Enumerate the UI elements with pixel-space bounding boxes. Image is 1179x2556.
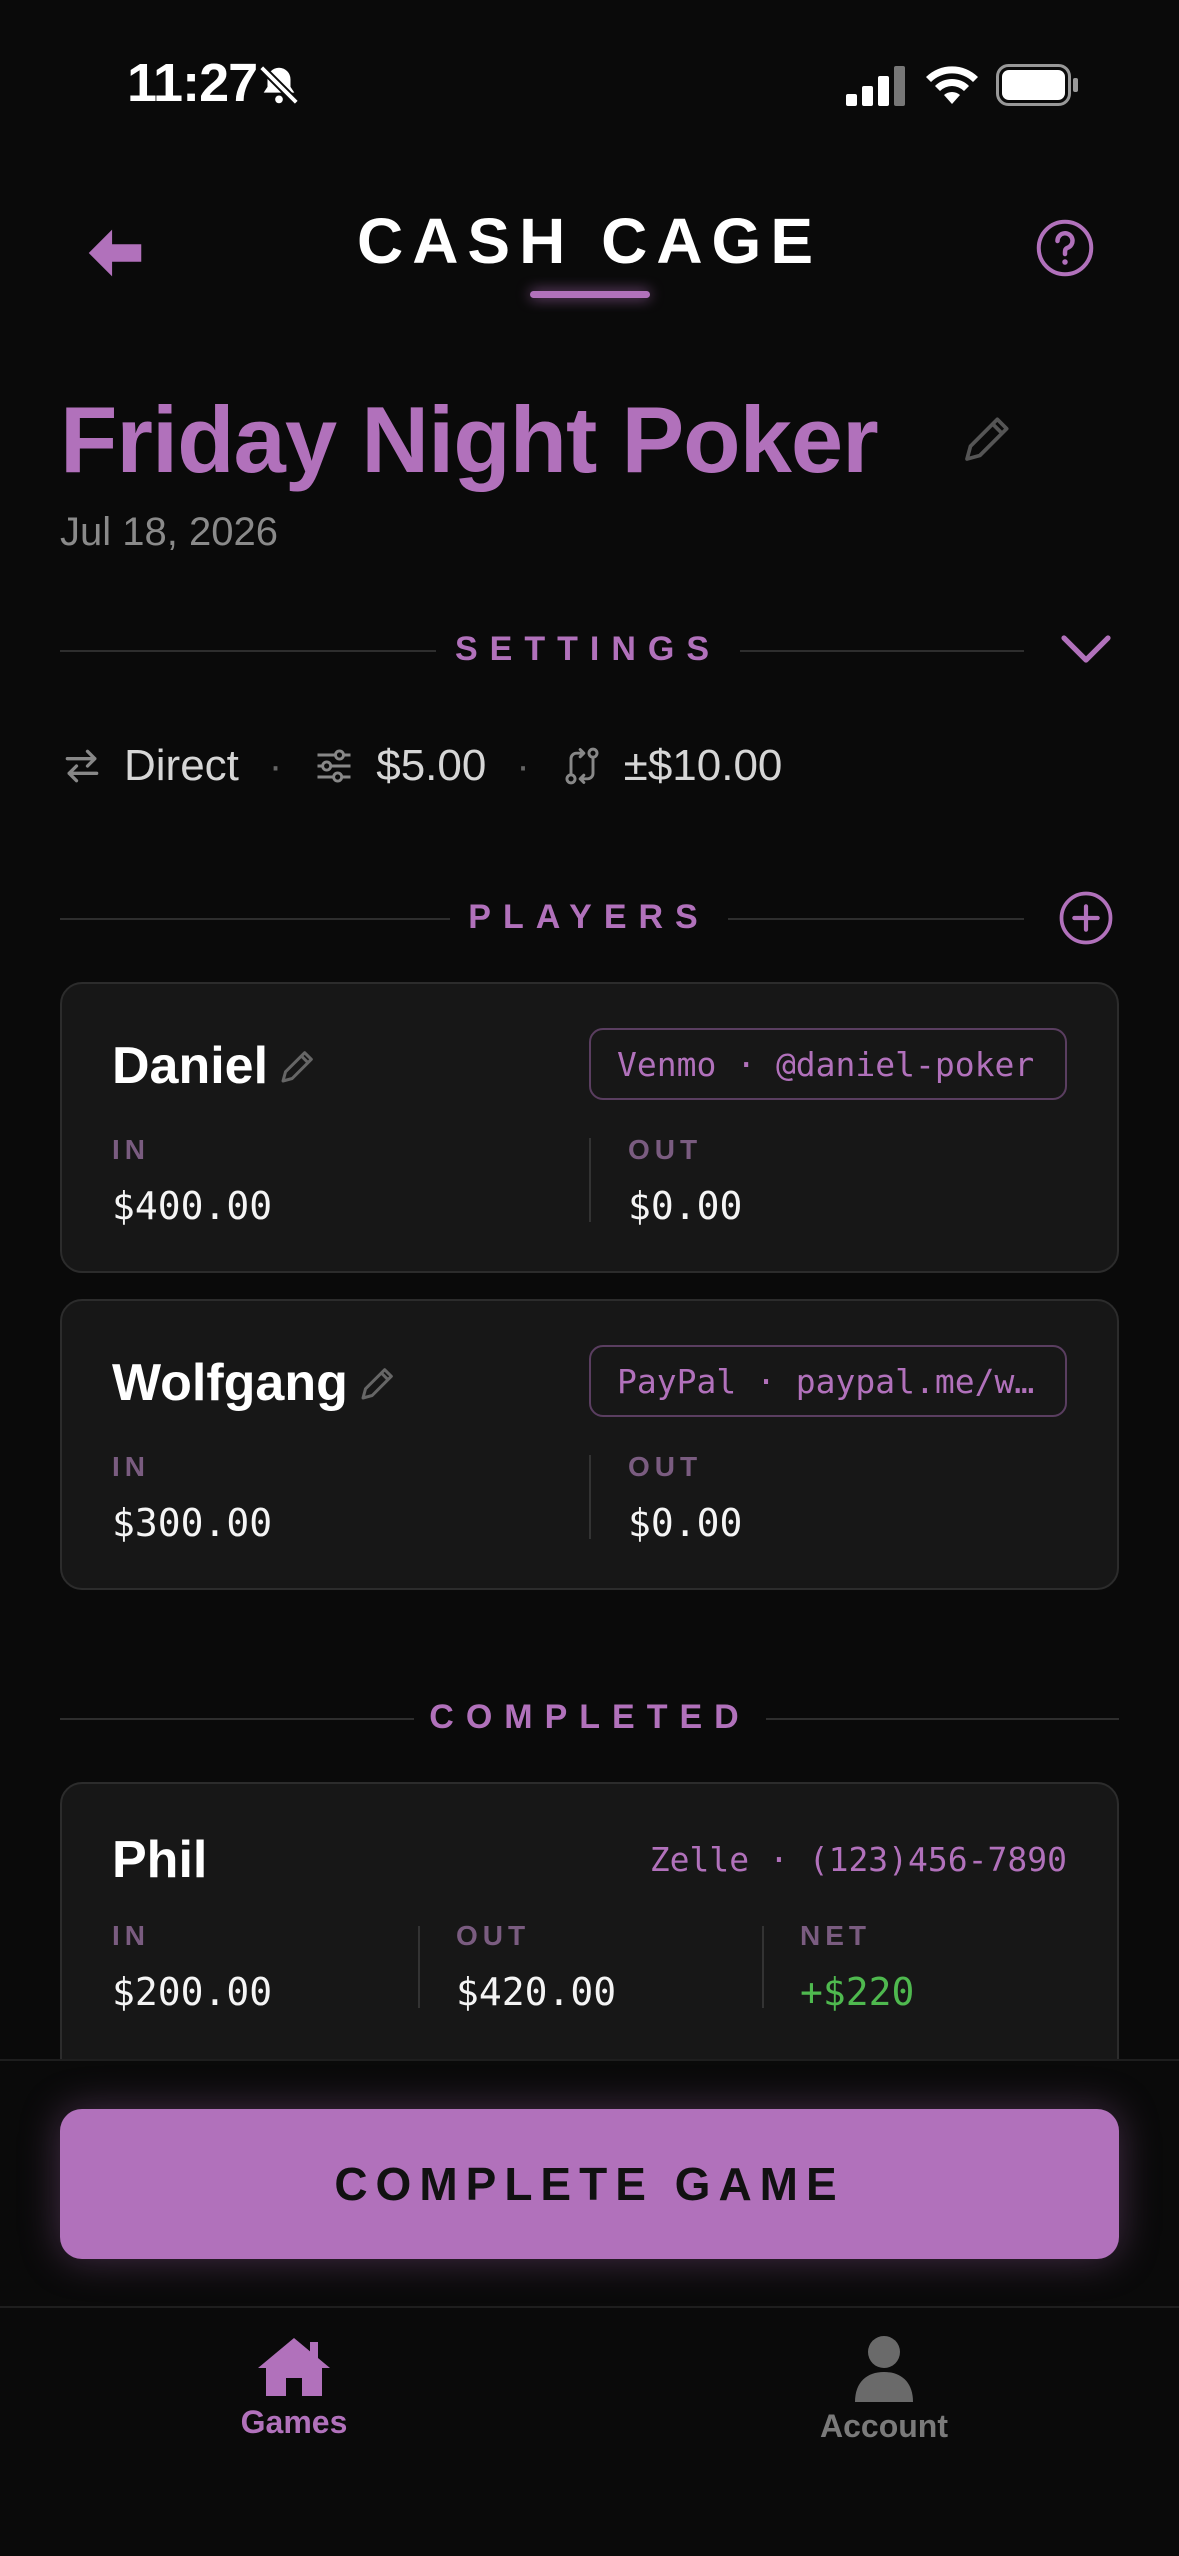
divider (766, 1718, 1119, 1720)
cellular-signal-icon (846, 66, 905, 106)
page-title: CASH CAGE (356, 205, 823, 277)
tab-games[interactable]: Games (174, 2334, 414, 2441)
tab-bar-divider (0, 2306, 1179, 2308)
column-divider (589, 1455, 591, 1539)
settings-amount: $5.00 (376, 741, 487, 790)
battery-icon (996, 64, 1078, 106)
pencil-edit-icon[interactable] (278, 1046, 318, 1086)
tab-label: Account (820, 2408, 948, 2444)
help-icon[interactable] (1035, 218, 1095, 278)
game-name: Friday Night Poker (60, 387, 879, 492)
home-icon (258, 2338, 330, 2396)
pencil-edit-icon[interactable] (960, 410, 1016, 466)
payment-chip[interactable]: PayPal · paypal.me/w… (589, 1345, 1067, 1417)
player-name: Daniel (112, 1037, 269, 1095)
add-player-icon[interactable] (1058, 890, 1114, 946)
in-label: IN (112, 1920, 150, 1951)
divider (60, 1718, 414, 1720)
out-label: OUT (456, 1920, 531, 1951)
settings-section-label: SETTINGS (454, 630, 722, 668)
title-underline (530, 291, 650, 298)
net-value: +$220 (800, 1970, 915, 2014)
out-label: OUT (628, 1134, 703, 1165)
player-name: Wolfgang (112, 1354, 348, 1412)
player-name: Phil (112, 1831, 208, 1889)
payment-chip[interactable]: Venmo · @daniel-poker (589, 1028, 1067, 1100)
payment-info: Zelle · (123)456-7890 (649, 1840, 1067, 1879)
divider (740, 650, 1024, 652)
buy-in-value[interactable]: $300.00 (112, 1501, 272, 1545)
person-icon (855, 2336, 913, 2402)
cash-out-value: $420.00 (456, 1970, 617, 2014)
in-label: IN (112, 1451, 150, 1482)
swap-arrows-icon (65, 749, 99, 783)
tab-label: Games (240, 2404, 348, 2440)
settings-mode: Direct (124, 741, 239, 790)
game-date: Jul 18, 2026 (60, 510, 278, 554)
in-label: IN (112, 1134, 150, 1165)
tab-account[interactable]: Account (764, 2334, 1004, 2445)
status-time: 11:27 (127, 53, 258, 113)
completed-section-label: COMPLETED (429, 1698, 751, 1736)
settings-summary[interactable]: Direct · $5.00 · ±$10.00 (60, 736, 782, 796)
column-divider (589, 1138, 591, 1222)
bell-muted-icon (259, 65, 299, 105)
footer-divider (0, 2059, 1179, 2061)
divider (60, 650, 436, 652)
settings-tolerance: ±$10.00 (623, 741, 783, 790)
chevron-down-icon[interactable] (1058, 630, 1114, 670)
pencil-edit-icon[interactable] (358, 1363, 398, 1403)
players-section-label: PLAYERS (468, 898, 710, 936)
column-divider (418, 1926, 420, 2008)
player-card[interactable]: Daniel Venmo · @daniel-poker IN $400.00 … (60, 982, 1119, 1273)
column-divider (762, 1926, 764, 2008)
divider (728, 918, 1024, 920)
separator-dot: · (268, 743, 283, 788)
buy-in-value: $200.00 (112, 1970, 273, 2014)
cash-out-value[interactable]: $0.00 (628, 1501, 742, 1545)
transfer-icon (565, 747, 599, 785)
complete-game-button[interactable]: COMPLETE GAME (60, 2109, 1119, 2259)
out-label: OUT (628, 1451, 703, 1482)
buy-in-value[interactable]: $400.00 (112, 1184, 272, 1228)
net-label: NET (800, 1920, 871, 1951)
player-card[interactable]: Wolfgang PayPal · paypal.me/w… IN $300.0… (60, 1299, 1119, 1590)
divider (60, 918, 450, 920)
separator-dot: · (516, 743, 530, 788)
cash-out-value[interactable]: $0.00 (628, 1184, 742, 1228)
sliders-icon (317, 749, 351, 783)
wifi-icon (926, 66, 978, 104)
